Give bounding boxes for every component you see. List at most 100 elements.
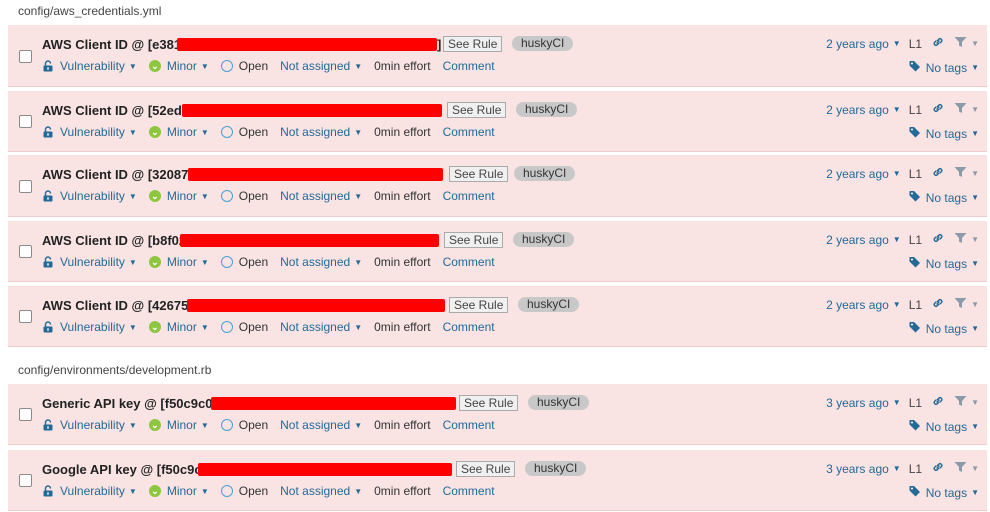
see-rule-button[interactable]: See Rule: [449, 166, 509, 182]
tags-label[interactable]: No tags: [926, 127, 967, 141]
issue-title-text[interactable]: Google API key @ [f50c9c: [42, 462, 202, 477]
comment-link[interactable]: Comment: [443, 418, 495, 432]
see-rule-button[interactable]: See Rule: [443, 36, 503, 52]
issue-title-text[interactable]: AWS Client ID @ [e381: [42, 37, 181, 52]
type-dropdown[interactable]: Vulnerability ▼: [42, 255, 137, 269]
assignee-label[interactable]: Not assigned: [280, 484, 350, 498]
see-rule-button[interactable]: See Rule: [456, 461, 516, 477]
assignee-dropdown[interactable]: Not assigned ▼: [280, 189, 362, 203]
issue-tag[interactable]: huskyCI: [525, 461, 587, 476]
comment-link[interactable]: Comment: [443, 320, 495, 334]
see-rule-button[interactable]: See Rule: [447, 102, 507, 118]
tags-dropdown[interactable]: No tags ▼: [909, 321, 979, 336]
issue-row[interactable]: AWS Client ID @ [42675 See Rule huskyCI …: [8, 286, 987, 347]
type-dropdown[interactable]: Vulnerability ▼: [42, 125, 137, 139]
tags-dropdown[interactable]: No tags ▼: [909, 60, 979, 75]
permalink-icon[interactable]: [932, 102, 944, 117]
issue-checkbox[interactable]: [19, 408, 32, 421]
permalink-icon[interactable]: [932, 232, 944, 247]
issue-row[interactable]: AWS Client ID @ [52ed See Rule huskyCI V…: [8, 91, 987, 152]
age-dropdown[interactable]: 2 years ago: [826, 103, 889, 117]
severity-dropdown[interactable]: ⌄ Minor ▼: [148, 320, 209, 334]
issue-title[interactable]: AWS Client ID @ [52ed: [42, 103, 182, 118]
issue-title-text[interactable]: AWS Client ID @ [32087: [42, 167, 188, 182]
issue-tag[interactable]: huskyCI: [513, 232, 575, 247]
type-dropdown[interactable]: Vulnerability ▼: [42, 59, 137, 73]
issue-tag[interactable]: huskyCI: [514, 166, 576, 181]
comment-link[interactable]: Comment: [443, 189, 495, 203]
type-label[interactable]: Vulnerability: [60, 255, 125, 269]
filter-icon[interactable]: [954, 395, 967, 410]
type-dropdown[interactable]: Vulnerability ▼: [42, 418, 137, 432]
tags-dropdown[interactable]: No tags ▼: [909, 485, 979, 500]
issue-checkbox[interactable]: [19, 50, 32, 63]
severity-label[interactable]: Minor: [167, 59, 197, 73]
issue-tag[interactable]: huskyCI: [518, 297, 580, 312]
type-label[interactable]: Vulnerability: [60, 125, 125, 139]
age-dropdown[interactable]: 2 years ago: [826, 37, 889, 51]
type-label[interactable]: Vulnerability: [60, 484, 125, 498]
tags-dropdown[interactable]: No tags ▼: [909, 419, 979, 434]
type-dropdown[interactable]: Vulnerability ▼: [42, 484, 137, 498]
issue-tag[interactable]: huskyCI: [512, 36, 574, 51]
issue-row[interactable]: AWS Client ID @ [e381 ] See Rule huskyCI…: [8, 25, 987, 87]
age-dropdown[interactable]: 2 years ago: [826, 167, 889, 181]
tags-label[interactable]: No tags: [926, 61, 967, 75]
age-dropdown[interactable]: 2 years ago: [826, 233, 889, 247]
issue-checkbox[interactable]: [19, 310, 32, 323]
see-rule-button[interactable]: See Rule: [449, 297, 509, 313]
severity-dropdown[interactable]: ⌄ Minor ▼: [148, 484, 209, 498]
severity-dropdown[interactable]: ⌄ Minor ▼: [148, 255, 209, 269]
severity-dropdown[interactable]: ⌄ Minor ▼: [148, 125, 209, 139]
issue-title[interactable]: Google API key @ [f50c9c: [42, 462, 202, 477]
line-number[interactable]: L1: [909, 298, 922, 312]
comment-link[interactable]: Comment: [443, 255, 495, 269]
issue-row[interactable]: Generic API key @ [f50c9c0 See Rule husk…: [8, 384, 987, 445]
permalink-icon[interactable]: [932, 166, 944, 181]
issue-title-text[interactable]: AWS Client ID @ [42675: [42, 298, 188, 313]
line-number[interactable]: L1: [909, 103, 922, 117]
assignee-label[interactable]: Not assigned: [280, 125, 350, 139]
tags-dropdown[interactable]: No tags ▼: [909, 190, 979, 205]
issue-checkbox[interactable]: [19, 180, 32, 193]
assignee-label[interactable]: Not assigned: [280, 189, 350, 203]
issue-title[interactable]: Generic API key @ [f50c9c0: [42, 396, 212, 411]
comment-link[interactable]: Comment: [443, 484, 495, 498]
issue-title-text[interactable]: AWS Client ID @ [b8f02: [42, 233, 186, 248]
issue-row[interactable]: AWS Client ID @ [32087 See Rule huskyCI …: [8, 155, 987, 217]
severity-label[interactable]: Minor: [167, 484, 197, 498]
line-number[interactable]: L1: [909, 233, 922, 247]
see-rule-button[interactable]: See Rule: [444, 232, 504, 248]
assignee-dropdown[interactable]: Not assigned ▼: [280, 320, 362, 334]
line-number[interactable]: L1: [909, 462, 922, 476]
see-rule-button[interactable]: See Rule: [459, 395, 519, 411]
comment-link[interactable]: Comment: [443, 59, 495, 73]
issue-title-text[interactable]: AWS Client ID @ [52ed: [42, 103, 182, 118]
severity-dropdown[interactable]: ⌄ Minor ▼: [148, 189, 209, 203]
severity-label[interactable]: Minor: [167, 320, 197, 334]
issue-title[interactable]: AWS Client ID @ [32087: [42, 167, 188, 182]
tags-label[interactable]: No tags: [926, 322, 967, 336]
type-dropdown[interactable]: Vulnerability ▼: [42, 189, 137, 203]
type-label[interactable]: Vulnerability: [60, 320, 125, 334]
comment-link[interactable]: Comment: [443, 125, 495, 139]
filter-icon[interactable]: [954, 102, 967, 117]
assignee-label[interactable]: Not assigned: [280, 59, 350, 73]
severity-dropdown[interactable]: ⌄ Minor ▼: [148, 418, 209, 432]
tags-dropdown[interactable]: No tags ▼: [909, 126, 979, 141]
assignee-dropdown[interactable]: Not assigned ▼: [280, 125, 362, 139]
line-number[interactable]: L1: [909, 37, 922, 51]
assignee-dropdown[interactable]: Not assigned ▼: [280, 255, 362, 269]
issue-title[interactable]: AWS Client ID @ [e381: [42, 37, 181, 52]
assignee-label[interactable]: Not assigned: [280, 320, 350, 334]
line-number[interactable]: L1: [909, 396, 922, 410]
issue-checkbox[interactable]: [19, 245, 32, 258]
age-dropdown[interactable]: 3 years ago: [826, 462, 889, 476]
tags-label[interactable]: No tags: [926, 420, 967, 434]
permalink-icon[interactable]: [932, 36, 944, 51]
issue-row[interactable]: AWS Client ID @ [b8f02 See Rule huskyCI …: [8, 221, 987, 282]
tags-label[interactable]: No tags: [926, 486, 967, 500]
issue-title[interactable]: AWS Client ID @ [b8f02: [42, 233, 186, 248]
tags-label[interactable]: No tags: [926, 191, 967, 205]
severity-label[interactable]: Minor: [167, 125, 197, 139]
